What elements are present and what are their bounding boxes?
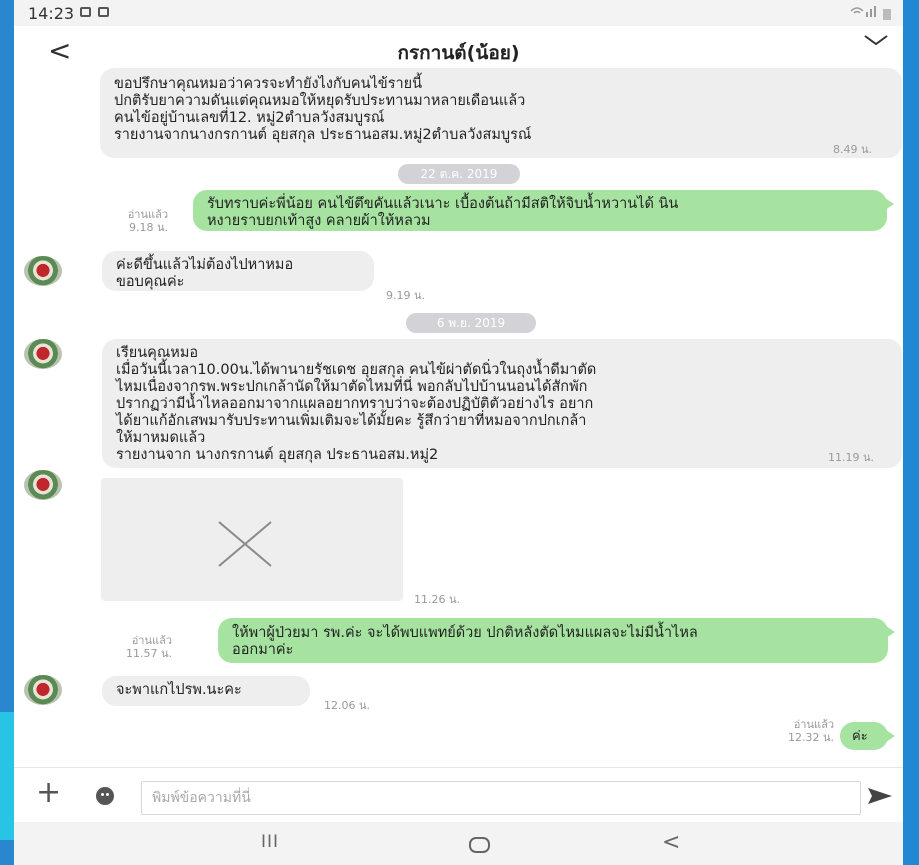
- background-accent: [0, 712, 14, 840]
- read-receipt: อ่านแล้ว 9.18 น.: [114, 208, 168, 234]
- chat-title: กรกานต์(น้อย): [397, 42, 520, 64]
- message-bubble-outgoing[interactable]: ให้พาผู้ป่วยมา รพ.ค่ะ จะได้พบแพทย์ด้วย ป…: [218, 618, 895, 663]
- signal-icon: [849, 5, 891, 20]
- background-right: [903, 0, 919, 865]
- date-separator: 22 ต.ค. 2019: [398, 164, 520, 184]
- message-time: 11.26 น.: [414, 593, 461, 606]
- message-bubble-incoming[interactable]: ขอปรึกษาคุณหมอว่าควรจะทำยังไงกับคนไข้ราย…: [100, 68, 902, 158]
- read-receipt: อ่านแล้ว 12.32 น.: [774, 718, 834, 744]
- contact-avatar[interactable]: [24, 675, 62, 705]
- send-icon[interactable]: [867, 786, 893, 810]
- read-receipt: อ่านแล้ว 11.57 น.: [114, 634, 172, 660]
- message-input[interactable]: [141, 781, 861, 815]
- battery-icon: [883, 8, 891, 20]
- chat-area[interactable]: ขอปรึกษาคุณหมอว่าควรจะทำยังไงกับคนไข้ราย…: [14, 68, 903, 767]
- message-bubble-outgoing[interactable]: รับทราบค่ะพี่น้อย คนไข้ตึขคันแล้วเนาะ เบ…: [193, 190, 894, 231]
- status-bar: 14:23: [14, 0, 903, 26]
- message-time: 9.18 น.: [128, 221, 168, 234]
- message-bubble-incoming[interactable]: จะพาแกไปรพ.นะคะ: [102, 676, 310, 706]
- recent-apps-button[interactable]: III: [261, 832, 279, 852]
- app-notification-icon: [98, 7, 109, 17]
- contact-avatar[interactable]: [24, 339, 62, 369]
- gallery-notification-icon: [80, 7, 91, 17]
- message-bubble-incoming[interactable]: เรียนคุณหมอ เมื่อวันนี้เวลา10.00น.ได้พาน…: [102, 339, 902, 468]
- message-bubble-incoming[interactable]: ค่ะดีขึ้นแล้วไม่ต้องไปหาหมอ ขอบคุณค่ะ: [102, 251, 374, 291]
- chevron-down-icon[interactable]: [863, 32, 889, 52]
- contact-avatar[interactable]: [24, 470, 62, 500]
- phone-screen: 14:23 < กรกานต์(น้อย) ขอปรึกษาคุณหมอว่าค…: [14, 0, 903, 865]
- message-time: 12.06 น.: [324, 699, 371, 712]
- message-time: 9.19 น.: [386, 289, 426, 302]
- emoji-icon[interactable]: [96, 787, 114, 805]
- message-time: 8.49 น.: [833, 143, 873, 156]
- contact-avatar[interactable]: [24, 256, 62, 286]
- system-back-button[interactable]: <: [662, 830, 680, 855]
- read-label: อ่านแล้ว: [131, 634, 172, 647]
- message-time: 11.57 น.: [125, 647, 172, 660]
- date-separator: 6 พ.ย. 2019: [406, 313, 536, 333]
- home-button[interactable]: [469, 837, 490, 853]
- plus-icon[interactable]: +: [36, 776, 61, 810]
- broken-image-icon: [218, 521, 272, 567]
- android-nav-bar: III <: [14, 822, 903, 865]
- message-time: 12.32 น.: [787, 731, 834, 744]
- status-time: 14:23: [28, 4, 75, 23]
- image-message-placeholder[interactable]: [101, 478, 403, 601]
- message-bubble-outgoing[interactable]: ค่ะ: [840, 722, 895, 750]
- message-input-bar: +: [14, 767, 903, 823]
- message-time: 11.19 น.: [828, 451, 875, 464]
- read-label: อ่านแล้ว: [793, 718, 834, 731]
- read-label: อ่านแล้ว: [127, 208, 168, 221]
